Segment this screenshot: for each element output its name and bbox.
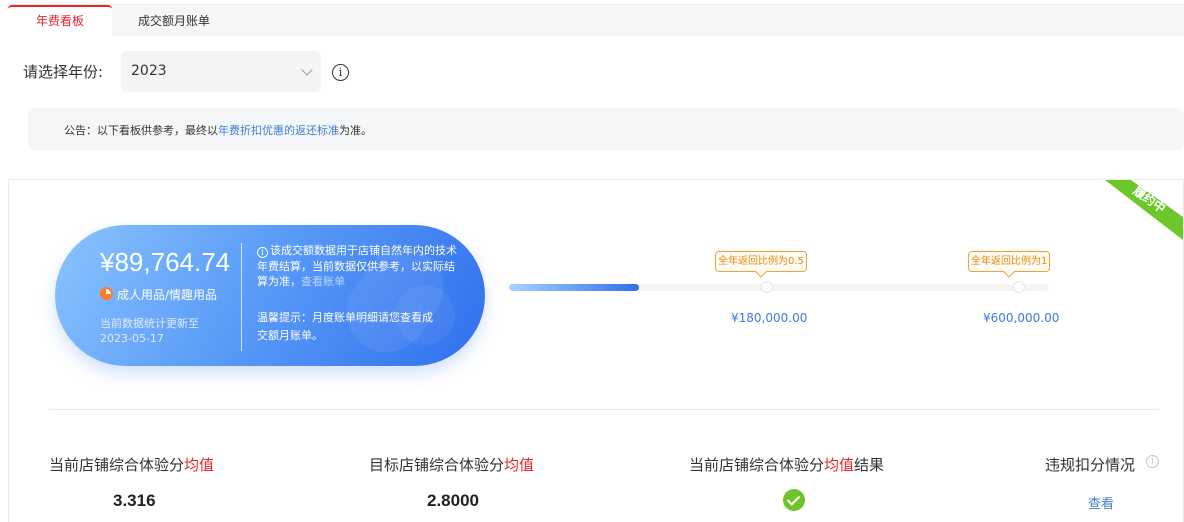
metric-label: 当前店铺综合体验分均值结果 bbox=[689, 456, 885, 474]
category-label: 成人用品/情趣用品 bbox=[117, 288, 218, 302]
notice-prefix: 公告：以下看板供参考，最终以 bbox=[64, 124, 218, 137]
info-icon[interactable]: i bbox=[332, 64, 349, 81]
metric-label: 目标店铺综合体验分均值 bbox=[369, 456, 535, 474]
update-note: 当前数据统计更新至 2023-05-17 bbox=[100, 317, 199, 345]
year-select[interactable]: 2023 bbox=[121, 51, 321, 92]
metric-label: 当前店铺综合体验分均值 bbox=[49, 456, 215, 474]
metric-value: 3.316 bbox=[113, 491, 156, 510]
notice-text: 公告：以下看板供参考，最终以年费折扣优惠的返还标准为准。 bbox=[64, 122, 372, 138]
notice-link[interactable]: 年费折扣优惠的返还标准 bbox=[218, 124, 339, 137]
check-circle-icon bbox=[783, 489, 805, 511]
tab-annual-fee-board[interactable]: 年费看板 bbox=[8, 5, 112, 37]
metric-value: 2.8000 bbox=[427, 491, 479, 510]
divider bbox=[49, 409, 1159, 410]
view-violations-link[interactable]: 查看 bbox=[1088, 493, 1114, 512]
summary-pill: ¥89,764.74 成人用品/情趣用品 当前数据统计更新至 2023-05-1… bbox=[55, 225, 485, 366]
view-bill-link[interactable]: 查看账单 bbox=[301, 275, 345, 288]
notice-suffix: 为准。 bbox=[339, 124, 372, 137]
tier-node bbox=[761, 281, 773, 293]
info-icon: i bbox=[257, 247, 268, 258]
pie-chart-icon bbox=[100, 287, 113, 300]
tier-node bbox=[1013, 281, 1025, 293]
progress-track bbox=[509, 281, 1049, 293]
tier-amount: ¥600,000.00 bbox=[983, 311, 1060, 325]
chevron-down-icon bbox=[301, 64, 313, 76]
notice-bar: 公告：以下看板供参考，最终以年费折扣优惠的返还标准为准。 bbox=[28, 108, 1184, 150]
info-icon[interactable]: i bbox=[1146, 455, 1159, 468]
year-value: 2023 bbox=[131, 63, 167, 79]
tier-badge: 全年返回比例为0.5 bbox=[715, 251, 807, 272]
gmv-amount: ¥89,764.74 bbox=[100, 247, 231, 277]
year-label: 请选择年份: bbox=[23, 63, 104, 81]
reminder-text: 温馨提示：月度账单明细请您查看成交额月账单。 bbox=[257, 311, 433, 342]
metric-label: 违规扣分情况 bbox=[1045, 456, 1136, 474]
tab-bar: 年费看板 成交额月账单 bbox=[8, 4, 1184, 37]
data-tip: i 该成交额数据用于店铺自然年内的技术年费结算，当前数据仅供参考，以实际结算为准，… bbox=[257, 243, 462, 290]
tier-badge: 全年返回比例为1 bbox=[968, 251, 1051, 272]
status-ribbon: 履约中 bbox=[1105, 180, 1183, 240]
annual-fee-card: 履约中 ¥89,764.74 成人用品/情趣用品 当前数据统计更新至 2023-… bbox=[8, 179, 1184, 522]
tier-amount: ¥180,000.00 bbox=[731, 311, 808, 325]
progress-fill bbox=[509, 284, 639, 291]
data-tip-text: 该成交额数据用于店铺自然年内的技术年费结算，当前数据仅供参考，以实际结算为准， bbox=[257, 244, 457, 288]
tab-monthly-bill[interactable]: 成交额月账单 bbox=[122, 5, 226, 37]
